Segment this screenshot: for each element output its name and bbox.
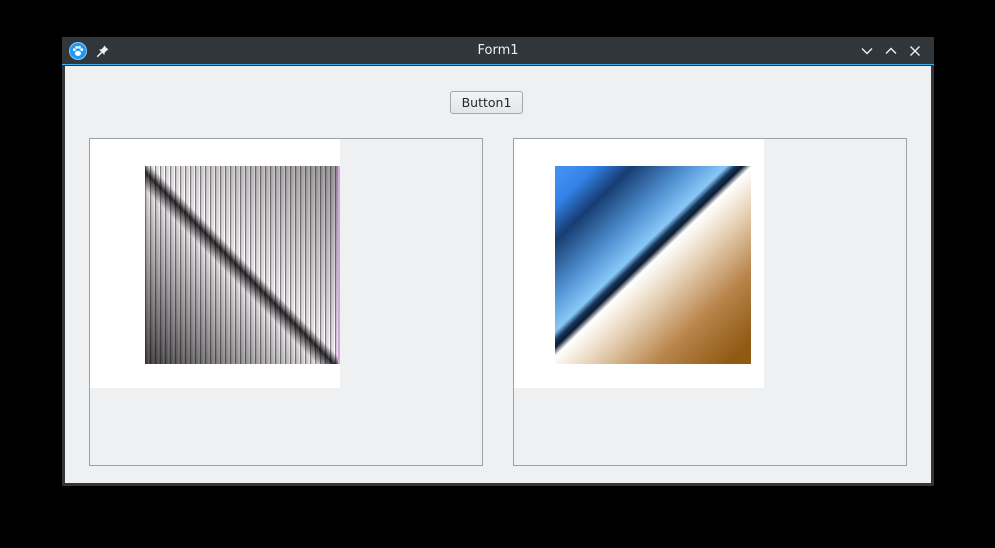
titlebar[interactable]: Form1 — [62, 37, 934, 65]
form1-window: Form1 Button1 — [62, 37, 934, 486]
blue-bronze-gradient-image — [555, 166, 751, 364]
form-client-area: Button1 — [65, 66, 931, 483]
striped-gradient-image — [145, 166, 340, 364]
left-image-canvas — [90, 139, 340, 388]
right-image-canvas — [514, 139, 764, 388]
chevron-down-icon[interactable] — [858, 42, 876, 60]
button1[interactable]: Button1 — [450, 91, 523, 114]
window-title: Form1 — [477, 43, 519, 58]
right-image-panel — [513, 138, 907, 466]
left-image-panel — [89, 138, 483, 466]
chevron-up-icon[interactable] — [882, 42, 900, 60]
close-icon[interactable] — [906, 42, 924, 60]
